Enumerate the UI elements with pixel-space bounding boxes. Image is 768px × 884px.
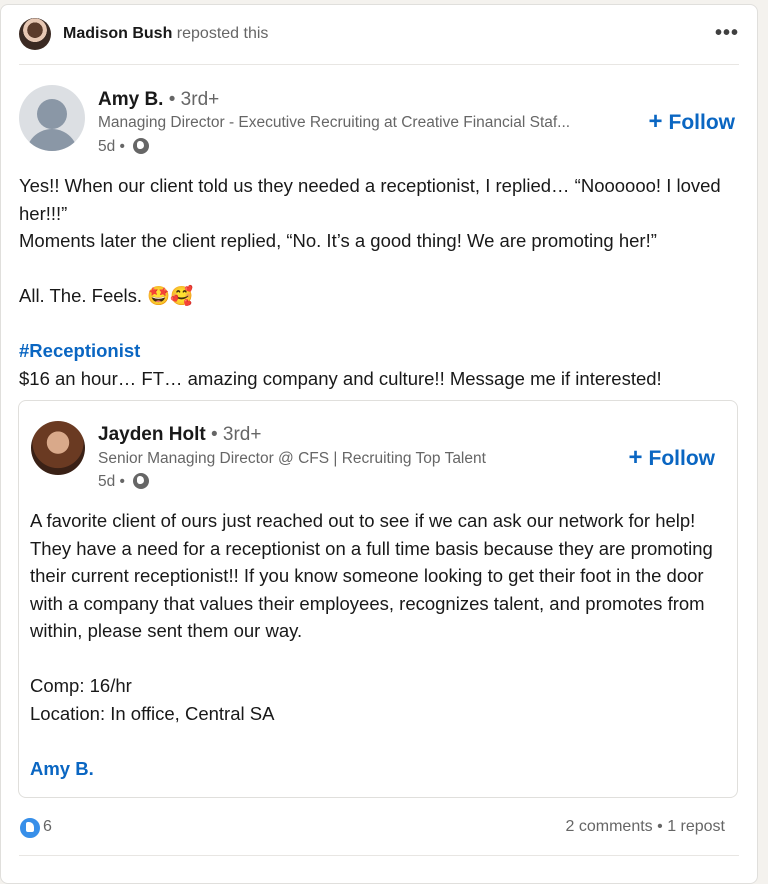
repost-text: Madison Bush reposted this xyxy=(63,25,268,43)
post-time: 5d • xyxy=(98,138,125,155)
post-line: $16 an hour… FT… amazing company and cul… xyxy=(19,367,662,389)
reaction-count[interactable]: 6 xyxy=(43,818,52,836)
post-body: Yes!! When our client told us they neede… xyxy=(19,172,739,392)
author-headline: Managing Director - Executive Recruiting… xyxy=(98,114,571,131)
shared-post-meta: 5d • xyxy=(98,473,150,491)
header-divider xyxy=(19,64,739,65)
plus-icon: + xyxy=(628,444,643,471)
shared-author-avatar[interactable] xyxy=(31,421,85,475)
post-line: All. The. Feels. 🤩🥰 xyxy=(19,285,194,306)
shared-comp: Comp: 16/hr xyxy=(30,675,132,696)
counts-separator: • xyxy=(657,818,663,835)
feed-post-card: Madison Bush reposted this ••• Amy B. • … xyxy=(0,4,758,884)
mention-link[interactable]: Amy B. xyxy=(30,755,720,783)
post-line xyxy=(19,310,739,338)
shared-author-name[interactable]: Jayden Holt xyxy=(98,424,206,445)
reposts-count[interactable]: 1 repost xyxy=(667,818,725,835)
shared-author-degree: • 3rd+ xyxy=(210,424,262,445)
social-counts: 2 comments • 1 repost xyxy=(566,818,725,836)
more-options-icon[interactable]: ••• xyxy=(715,22,739,45)
plus-icon: + xyxy=(648,108,663,135)
hashtag-link[interactable]: #Receptionist xyxy=(19,337,739,365)
reposter-name[interactable]: Madison Bush xyxy=(63,25,172,42)
globe-icon xyxy=(133,473,150,489)
shared-location: Location: In office, Central SA xyxy=(30,702,275,724)
author-degree: • 3rd+ xyxy=(168,89,220,110)
author-name[interactable]: Amy B. xyxy=(98,89,163,110)
author-name-line[interactable]: Amy B. • 3rd+ xyxy=(98,89,219,111)
post-line xyxy=(19,255,739,283)
reposter-avatar[interactable] xyxy=(19,18,51,50)
post-line: Yes!! When our client told us they neede… xyxy=(19,175,721,224)
footer-divider xyxy=(19,855,739,856)
shared-paragraph: A favorite client of ours just reached o… xyxy=(30,510,713,641)
follow-label: Follow xyxy=(668,111,736,134)
repost-suffix: reposted this xyxy=(176,25,269,42)
shared-follow-button[interactable]: + Follow xyxy=(628,444,715,472)
author-post-meta: 5d • xyxy=(98,138,150,156)
shared-post-card[interactable]: Jayden Holt • 3rd+ Senior Managing Direc… xyxy=(18,400,738,798)
like-reaction-icon[interactable] xyxy=(19,817,41,839)
shared-post-time: 5d • xyxy=(98,473,125,490)
author-avatar[interactable] xyxy=(19,85,85,151)
repost-header: Madison Bush reposted this ••• xyxy=(19,18,739,54)
globe-icon xyxy=(133,138,150,154)
shared-post-body: A favorite client of ours just reached o… xyxy=(30,507,720,782)
shared-author-name-line[interactable]: Jayden Holt • 3rd+ xyxy=(98,424,261,446)
post-line: Moments later the client replied, “No. I… xyxy=(19,230,657,251)
shared-follow-label: Follow xyxy=(648,447,716,470)
follow-button[interactable]: + Follow xyxy=(648,108,735,136)
comments-count[interactable]: 2 comments xyxy=(566,818,653,835)
shared-author-headline: Senior Managing Director @ CFS | Recruit… xyxy=(98,450,486,467)
